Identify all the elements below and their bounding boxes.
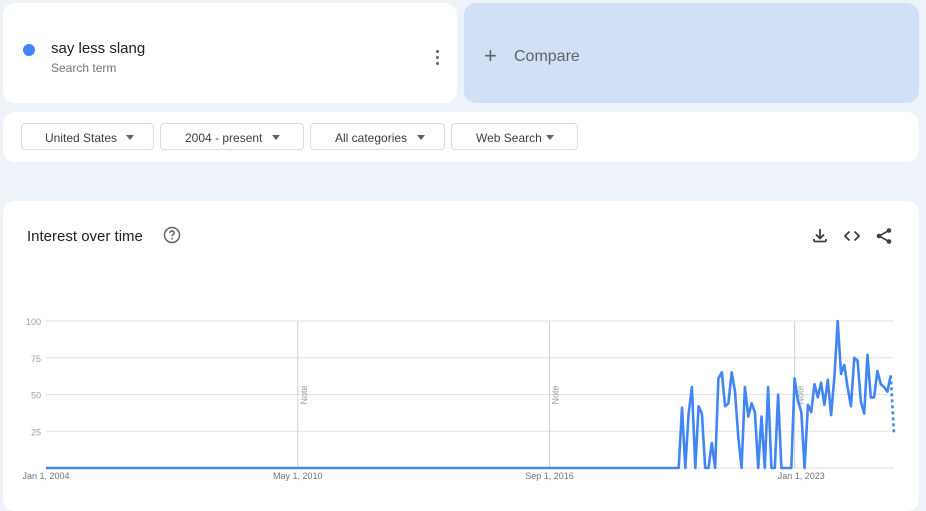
y-tick-label: 50 xyxy=(31,391,41,401)
chevron-down-icon xyxy=(417,135,425,140)
series-partial-line xyxy=(889,375,896,435)
x-tick-label: May 1, 2010 xyxy=(273,471,323,481)
compare-button[interactable]: + Compare xyxy=(464,3,919,103)
search-term-name[interactable]: say less slang xyxy=(51,40,145,57)
chevron-down-icon xyxy=(272,135,280,140)
y-tick-label: 25 xyxy=(31,427,41,437)
filters-bar: United States 2004 - present All categor… xyxy=(3,112,919,162)
interest-chart: Note Note Note 255075100 Jan 1, 2004 May 1,… xyxy=(22,317,896,481)
y-tick-label: 100 xyxy=(26,317,41,327)
x-tick-label: Jan 1, 2023 xyxy=(778,471,825,481)
series-color-dot xyxy=(23,44,35,56)
search-term-card: say less slang Search term xyxy=(3,3,457,103)
property-dropdown-label: Web Search xyxy=(476,131,542,145)
x-tick-label: Jan 1, 2004 xyxy=(22,471,69,481)
y-tick-label: 75 xyxy=(31,354,41,364)
annotation-label: Note xyxy=(551,385,561,404)
chevron-down-icon xyxy=(126,135,134,140)
chevron-down-icon xyxy=(546,135,554,140)
property-dropdown[interactable]: Web Search xyxy=(451,123,578,150)
category-dropdown-label: All categories xyxy=(335,131,408,145)
search-term-subtitle: Search term xyxy=(51,61,117,75)
annotation-label: Note xyxy=(299,385,309,404)
region-dropdown-label: United States xyxy=(45,131,118,145)
compare-label: Compare xyxy=(514,48,580,65)
period-dropdown[interactable]: 2004 - present xyxy=(160,123,304,150)
more-options-icon[interactable] xyxy=(428,47,448,67)
region-dropdown[interactable]: United States xyxy=(21,123,154,150)
x-tick-label: Sep 1, 2016 xyxy=(525,471,574,481)
category-dropdown[interactable]: All categories xyxy=(310,123,445,150)
plus-icon: + xyxy=(484,43,497,68)
interest-over-time-card: Interest over time Note Note Note 25 50 75 10… xyxy=(3,201,919,511)
period-dropdown-label: 2004 - present xyxy=(185,131,263,145)
